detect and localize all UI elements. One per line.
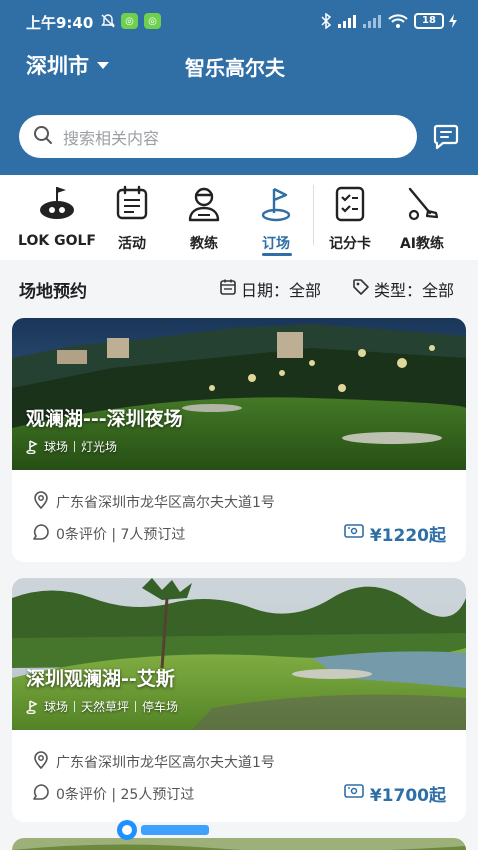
section-title: 场地预约 xyxy=(19,282,87,302)
venue-photo xyxy=(12,838,466,850)
type-filter[interactable]: 类型：全部 xyxy=(352,277,454,301)
venue-name: 观澜湖---深圳夜场 xyxy=(26,408,183,430)
flag-icon xyxy=(256,185,296,223)
mute-bell-icon xyxy=(100,13,116,29)
ticket-icon xyxy=(344,783,364,804)
nav-item-ai-coach[interactable]: AI教练 xyxy=(397,185,447,253)
venue-tag: 停车场 xyxy=(142,700,179,714)
bluetooth-icon xyxy=(320,12,332,30)
golf-club-icon xyxy=(402,185,442,223)
venue-tag: 球场 xyxy=(44,440,69,454)
venue-card[interactable] xyxy=(12,838,466,850)
wifi-icon xyxy=(388,13,408,29)
tag-divider xyxy=(74,701,76,712)
nav-item-label: 教练 xyxy=(190,236,218,252)
flag-icon xyxy=(26,699,38,714)
tag-divider xyxy=(135,701,137,712)
venue-address: 广东省深圳市龙华区高尔夫大道1号 xyxy=(32,490,275,514)
coach-icon xyxy=(184,185,224,223)
tag-divider xyxy=(74,441,76,452)
venue-photo: 观澜湖---深圳夜场 球场 灯光场 xyxy=(12,318,466,470)
venue-price: ¥1700起 xyxy=(344,781,446,806)
message-icon xyxy=(433,124,459,150)
golf-logo-icon xyxy=(37,185,77,223)
venue-tags: 球场 灯光场 xyxy=(26,438,117,455)
flag-icon xyxy=(26,439,38,454)
chevron-down-icon xyxy=(97,61,109,69)
tag-icon xyxy=(352,278,370,300)
status-time: 上午9:40 xyxy=(26,14,94,32)
nav-item-label: 记分卡 xyxy=(329,236,371,252)
calendar-icon xyxy=(112,185,152,223)
active-tab-indicator xyxy=(262,253,292,256)
venue-card[interactable]: 深圳观澜湖--艾斯 球场 天然草坪 停车场 广东省深圳市龙华区高尔夫大道1号 0… xyxy=(12,578,466,822)
venue-address: 广东省深圳市龙华区高尔夫大道1号 xyxy=(32,750,275,774)
venue-tag: 天然草坪 xyxy=(81,700,130,714)
stats-text: 0条评价 | 25人预订过 xyxy=(56,787,195,803)
date-filter[interactable]: 日期：全部 xyxy=(219,277,321,301)
comment-icon xyxy=(32,783,50,805)
nav-divider xyxy=(313,185,314,245)
stats-text: 0条评价 | 7人预订过 xyxy=(56,527,186,543)
nav-item-label: LOK GOLF xyxy=(18,233,96,249)
search-icon xyxy=(33,125,53,149)
location-pin-icon xyxy=(32,490,50,514)
signal-icon xyxy=(337,13,357,29)
battery-indicator: 18 xyxy=(414,13,444,29)
address-text: 广东省深圳市龙华区高尔夫大道1号 xyxy=(56,495,275,511)
nav-item-label: 活动 xyxy=(118,236,146,252)
location-pin-icon xyxy=(32,750,50,774)
signal-weak-icon xyxy=(362,13,382,29)
venue-price: ¥1220起 xyxy=(344,521,446,546)
app-notification-icon: ◎ xyxy=(144,13,161,29)
nav-item-booking[interactable]: 订场 xyxy=(254,185,298,253)
watermark-logo xyxy=(116,818,212,842)
comment-icon xyxy=(32,523,50,545)
app-notification-icon: ◎ xyxy=(121,13,138,29)
date-filter-label: 日期：全部 xyxy=(241,281,322,300)
category-nav: LOK GOLF 活动 教练 订场 记分卡 AI教练 xyxy=(0,175,478,260)
price-text: ¥1220起 xyxy=(369,526,446,546)
venue-tag: 球场 xyxy=(44,700,69,714)
venue-tag: 灯光场 xyxy=(81,440,118,454)
nav-item-label: 订场 xyxy=(262,236,290,252)
nav-item-label: AI教练 xyxy=(399,236,445,252)
venue-photo: 深圳观澜湖--艾斯 球场 天然草坪 停车场 xyxy=(12,578,466,730)
charging-icon xyxy=(448,13,458,29)
nav-item-coach[interactable]: 教练 xyxy=(182,185,226,253)
city-selector[interactable]: 深圳市 xyxy=(26,50,109,80)
type-filter-label: 类型：全部 xyxy=(374,281,455,300)
ticket-icon xyxy=(344,523,364,544)
city-label: 深圳市 xyxy=(26,54,89,78)
nav-item-scorecard[interactable]: 记分卡 xyxy=(325,185,375,253)
scorecard-icon xyxy=(330,185,370,223)
nav-item-activity[interactable]: 活动 xyxy=(110,185,154,253)
status-bar: 上午9:40 ◎ ◎ 18 xyxy=(0,0,478,44)
section-header: 场地预约 日期：全部 类型：全部 xyxy=(0,265,478,310)
venue-stats: 0条评价 | 25人预订过 xyxy=(32,783,194,805)
app-title: 智乐高尔夫 xyxy=(185,56,285,80)
calendar-icon xyxy=(219,278,237,300)
price-text: ¥1700起 xyxy=(369,786,446,806)
search-input[interactable]: 搜索相关内容 xyxy=(19,115,417,158)
nav-item-lok-golf[interactable]: LOK GOLF xyxy=(18,185,96,249)
search-placeholder: 搜索相关内容 xyxy=(63,130,160,148)
venue-name: 深圳观澜湖--艾斯 xyxy=(26,668,175,690)
address-text: 广东省深圳市龙华区高尔夫大道1号 xyxy=(56,755,275,771)
venue-stats: 0条评价 | 7人预订过 xyxy=(32,523,185,545)
message-button[interactable] xyxy=(432,122,460,150)
venue-card[interactable]: 观澜湖---深圳夜场 球场 灯光场 广东省深圳市龙华区高尔夫大道1号 0条评价 … xyxy=(12,318,466,562)
venue-tags: 球场 天然草坪 停车场 xyxy=(26,698,178,715)
